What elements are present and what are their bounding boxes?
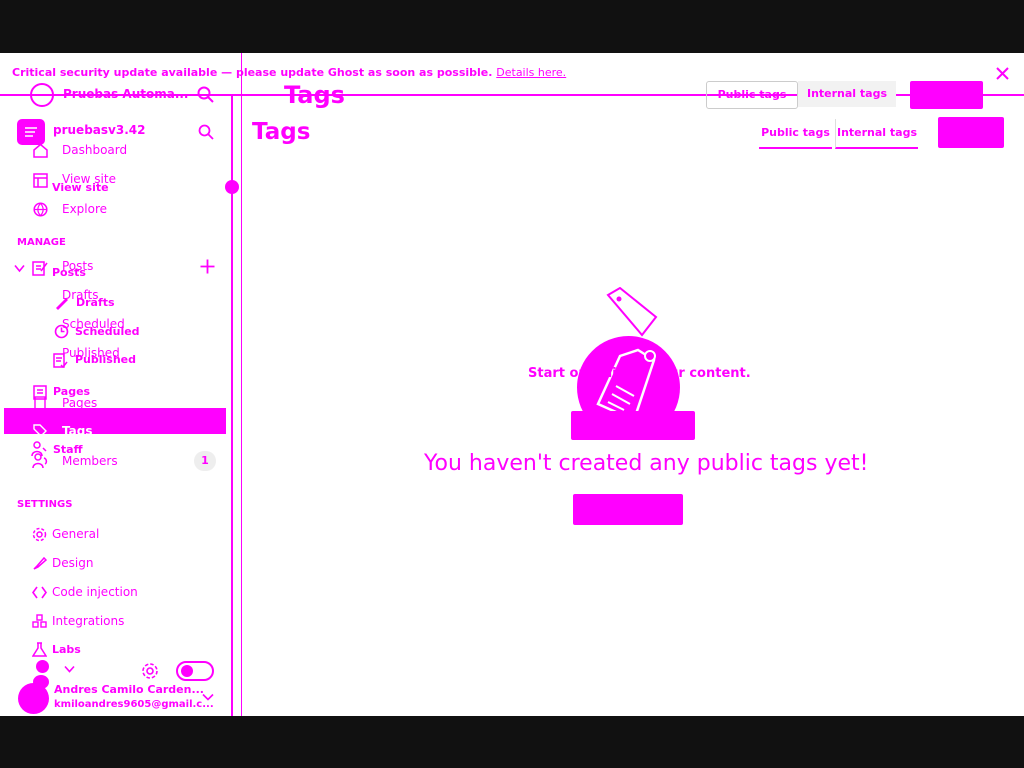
- members-icon: [32, 453, 48, 469]
- ghost-new-tag-button[interactable]: [910, 81, 983, 109]
- user-email: kmiloandres9605@gmail.c...: [54, 699, 214, 710]
- nav-explore[interactable]: Explore: [62, 202, 107, 216]
- close-icon[interactable]: [996, 67, 1009, 80]
- manage-heading: MANAGE: [17, 237, 66, 248]
- site-menu-icon: [25, 127, 37, 137]
- banner-link[interactable]: Details here.: [496, 66, 566, 79]
- gear-icon: [32, 527, 47, 542]
- ghost-link-published: Published: [75, 353, 137, 366]
- nav-general[interactable]: General: [52, 527, 99, 541]
- integrations-icon: [32, 614, 47, 628]
- add-post-icon[interactable]: [200, 259, 215, 274]
- nav-members[interactable]: Members: [62, 454, 118, 468]
- page-title: Tags: [252, 119, 311, 145]
- settings-gear-icon[interactable]: [141, 662, 159, 680]
- settings-heading: SETTINGS: [17, 499, 73, 510]
- night-mode-toggle[interactable]: [176, 661, 214, 681]
- members-count-badge: 1: [194, 451, 216, 471]
- status-dot: [36, 660, 49, 673]
- create-tag-button[interactable]: [573, 494, 683, 525]
- ghost-link-scheduled: Scheduled: [75, 325, 140, 338]
- ghost-tab-internal[interactable]: Internal tags: [798, 81, 896, 107]
- security-banner: Critical security update available — ple…: [12, 66, 566, 79]
- explore-icon: [33, 202, 48, 217]
- tags-icon: [33, 424, 47, 436]
- nav-tags: Tags: [62, 424, 93, 438]
- view-site-icon: [33, 173, 48, 188]
- nav-integrations[interactable]: Integrations: [52, 614, 124, 628]
- ghost-sidebar-edge: [241, 53, 242, 716]
- ghost-site-title: Pruebas Automa...: [63, 87, 189, 101]
- published-icon: [53, 353, 68, 368]
- nav-dashboard[interactable]: Dashboard: [62, 143, 127, 157]
- banner-text: Critical security update available — ple…: [12, 66, 493, 79]
- empty-state-message: You haven't created any public tags yet!: [424, 451, 869, 476]
- posts-icon: [32, 261, 48, 276]
- nav-labs[interactable]: Labs: [52, 643, 81, 656]
- ghost-tab-public[interactable]: Public tags: [706, 81, 798, 109]
- tab-public-tags[interactable]: Public tags: [759, 119, 832, 149]
- nav-design[interactable]: Design: [52, 556, 93, 570]
- app-window: Critical security update available — ple…: [0, 53, 1024, 716]
- new-tag-button[interactable]: [938, 117, 1004, 148]
- site-title[interactable]: pruebasv3.42: [53, 123, 145, 137]
- tab-internal-tags[interactable]: Internal tags: [835, 119, 918, 149]
- ghost-tag-icon: [606, 287, 658, 337]
- scheduled-icon: [54, 324, 69, 339]
- drafts-icon: [56, 298, 68, 310]
- ghost-link-drafts: Drafts: [76, 296, 115, 309]
- search-icon[interactable]: [198, 124, 214, 140]
- ghost-link-view-site: View site: [52, 181, 109, 194]
- ghost-link-posts: Posts: [52, 266, 86, 279]
- ghost-search-icon[interactable]: [197, 86, 214, 103]
- labs-flask-icon: [32, 642, 47, 657]
- footer-chevron-down-icon[interactable]: [64, 665, 75, 673]
- ghost-page-title: Tags: [284, 81, 345, 109]
- avatar[interactable]: [18, 683, 49, 714]
- ghost-site-logo-icon: [30, 83, 54, 107]
- sidebar-resize-handle[interactable]: [225, 180, 239, 194]
- ghost-create-tag-button[interactable]: [571, 411, 695, 440]
- ghost-empty-text: Start organizing your content.: [528, 366, 751, 381]
- dashboard-icon: [33, 143, 48, 158]
- user-menu-chevron-icon[interactable]: [202, 693, 214, 701]
- user-name[interactable]: Andres Camilo Carden...: [54, 683, 204, 696]
- bottom-black-bar: [0, 716, 1024, 768]
- design-brush-icon: [33, 556, 47, 570]
- toggle-knob: [181, 665, 193, 677]
- site-icon: [17, 119, 45, 145]
- code-icon: [32, 586, 47, 599]
- nav-tags-active[interactable]: Tags: [4, 408, 226, 438]
- top-black-bar: [0, 0, 1024, 53]
- nav-code-injection[interactable]: Code injection: [52, 585, 138, 599]
- chevron-down-icon[interactable]: [14, 264, 25, 273]
